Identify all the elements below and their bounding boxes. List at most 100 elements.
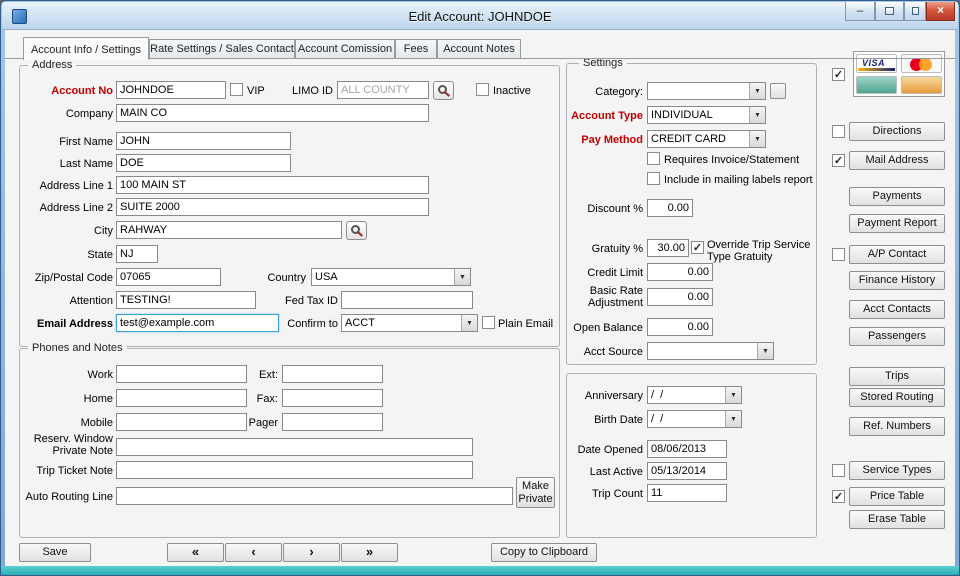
trip-count-input[interactable] — [647, 484, 727, 502]
last-record-button[interactable]: » — [341, 543, 398, 562]
ext-input[interactable] — [282, 365, 383, 383]
passengers-button[interactable]: Passengers — [849, 327, 945, 346]
ap-contact-button[interactable]: A/P Contact — [849, 245, 945, 264]
service-types-checkbox[interactable] — [832, 464, 845, 477]
discount-input[interactable] — [647, 199, 693, 217]
chevron-down-icon[interactable] — [725, 411, 741, 427]
restore-button[interactable] — [875, 2, 904, 21]
minimize-button[interactable]: – — [845, 2, 875, 21]
save-button[interactable]: Save — [19, 543, 91, 562]
basic-rate-adjustment-input[interactable] — [647, 288, 713, 306]
state-label: State — [11, 249, 113, 261]
trips-button[interactable]: Trips — [849, 367, 945, 386]
acct-source-select[interactable] — [647, 342, 774, 360]
first-name-input[interactable] — [116, 132, 291, 150]
work-input[interactable] — [116, 365, 247, 383]
chevron-down-icon[interactable] — [749, 107, 765, 123]
last-name-input[interactable] — [116, 154, 291, 172]
account-type-select[interactable]: INDIVIDUAL — [647, 106, 766, 124]
previous-record-button[interactable]: ‹ — [225, 543, 282, 562]
acct-contacts-button[interactable]: Acct Contacts — [849, 300, 945, 319]
ext-label: Ext: — [236, 369, 278, 381]
ap-contact-checkbox[interactable] — [832, 248, 845, 261]
fax-label: Fax: — [236, 393, 278, 405]
tab-account-notes[interactable]: Account Notes — [437, 39, 521, 59]
chevron-down-icon[interactable] — [461, 315, 477, 331]
stored-routing-button[interactable]: Stored Routing — [849, 388, 945, 407]
pay-method-select[interactable]: CREDIT CARD — [647, 130, 766, 148]
ref-numbers-button[interactable]: Ref. Numbers — [849, 417, 945, 436]
vip-checkbox[interactable] — [230, 83, 243, 96]
attention-input[interactable] — [116, 291, 256, 309]
email-address-input[interactable] — [116, 314, 279, 332]
price-table-checkbox[interactable]: ✓ — [832, 490, 845, 503]
mobile-input[interactable] — [116, 413, 247, 431]
trip-count-label: Trip Count — [557, 488, 643, 500]
maximize-button[interactable] — [904, 2, 926, 21]
requires-invoice-checkbox[interactable] — [647, 152, 660, 165]
finance-history-button[interactable]: Finance History — [849, 271, 945, 290]
chevron-down-icon[interactable] — [725, 387, 741, 403]
limo-id-search-button[interactable] — [433, 81, 454, 100]
chevron-down-icon[interactable] — [749, 131, 765, 147]
city-input[interactable] — [116, 221, 342, 239]
title-bar[interactable]: Edit Account: JOHNDOE – × — [2, 2, 958, 30]
credit-limit-input[interactable] — [647, 263, 713, 281]
tab-fees[interactable]: Fees — [395, 39, 437, 59]
mailing-labels-checkbox[interactable] — [647, 172, 660, 185]
address-line2-input[interactable] — [116, 198, 429, 216]
payments-button[interactable]: Payments — [849, 187, 945, 206]
birth-date-select[interactable]: / / — [647, 410, 742, 428]
state-input[interactable] — [116, 245, 158, 263]
chevron-down-icon[interactable] — [757, 343, 773, 359]
zip-input[interactable] — [116, 268, 221, 286]
auto-routing-line-input[interactable] — [116, 487, 513, 505]
tab-account-info-settings[interactable]: Account Info / Settings — [23, 37, 149, 60]
open-balance-input[interactable] — [647, 318, 713, 336]
override-gratuity-checkbox[interactable]: ✓ — [691, 241, 704, 254]
reserv-window-private-note-input[interactable] — [116, 438, 473, 456]
company-input[interactable] — [116, 104, 429, 122]
account-no-input[interactable] — [116, 81, 226, 99]
plain-email-checkbox[interactable] — [482, 316, 495, 329]
fed-tax-id-input[interactable] — [341, 291, 473, 309]
tab-account-comission[interactable]: Account Comission — [295, 39, 395, 59]
directions-button[interactable]: Directions — [849, 122, 945, 141]
mastercard-logo — [901, 54, 942, 73]
mail-address-checkbox[interactable]: ✓ — [832, 154, 845, 167]
city-search-button[interactable] — [346, 221, 367, 240]
gratuity-input[interactable] — [647, 239, 689, 257]
close-button[interactable]: × — [926, 2, 955, 21]
home-input[interactable] — [116, 389, 247, 407]
mail-address-button[interactable]: Mail Address — [849, 151, 945, 170]
pager-input[interactable] — [282, 413, 383, 431]
chevron-down-icon[interactable] — [749, 83, 765, 99]
last-active-input[interactable] — [647, 462, 727, 480]
directions-checkbox[interactable] — [832, 125, 845, 138]
confirm-to-select[interactable]: ACCT — [341, 314, 478, 332]
price-table-button[interactable]: Price Table — [849, 487, 945, 506]
payment-report-button[interactable]: Payment Report — [849, 214, 945, 233]
maximize-icon — [912, 7, 919, 15]
erase-table-button[interactable]: Erase Table — [849, 510, 945, 529]
limo-id-input[interactable] — [337, 81, 429, 99]
card-on-file-checkbox[interactable]: ✓ — [832, 68, 845, 81]
make-private-button[interactable]: Make Private — [516, 477, 555, 508]
chevron-down-icon[interactable] — [454, 269, 470, 285]
first-record-button[interactable]: « — [167, 543, 224, 562]
trip-ticket-note-input[interactable] — [116, 461, 473, 479]
category-more-button[interactable] — [770, 83, 786, 99]
next-record-button[interactable]: › — [283, 543, 340, 562]
category-select[interactable] — [647, 82, 766, 100]
fax-input[interactable] — [282, 389, 383, 407]
inactive-checkbox[interactable] — [476, 83, 489, 96]
account-no-label: Account No — [11, 85, 113, 97]
tab-rate-settings-sales-contact[interactable]: Rate Settings / Sales Contact — [149, 39, 295, 59]
country-select[interactable]: USA — [311, 268, 471, 286]
date-opened-input[interactable] — [647, 440, 727, 458]
copy-to-clipboard-button[interactable]: Copy to Clipboard — [491, 543, 597, 562]
address-line1-input[interactable] — [116, 176, 429, 194]
anniversary-select[interactable]: / / — [647, 386, 742, 404]
service-types-button[interactable]: Service Types — [849, 461, 945, 480]
mobile-label: Mobile — [11, 417, 113, 429]
